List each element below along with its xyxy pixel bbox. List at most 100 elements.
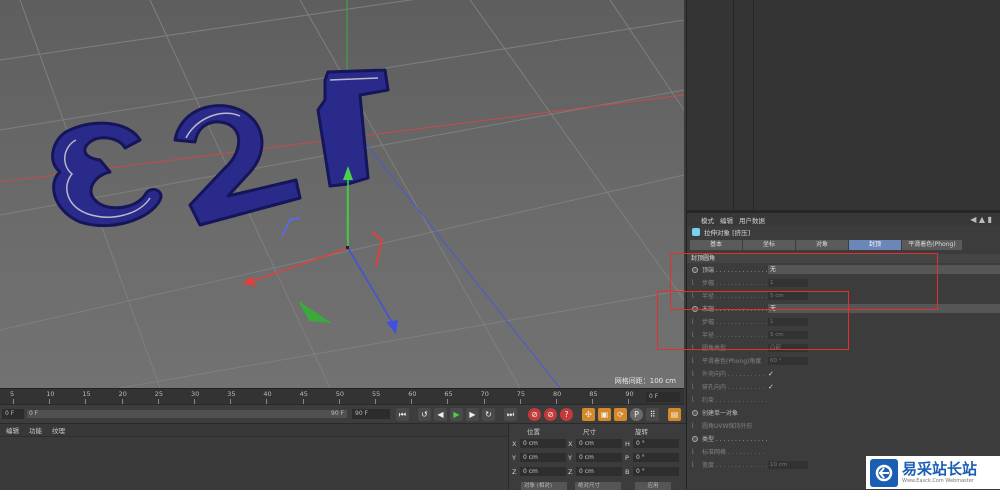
extruded-text-model bbox=[51, 68, 390, 227]
rotation-field[interactable]: 0 ° bbox=[633, 453, 679, 462]
coord-axis-label: B bbox=[625, 468, 630, 476]
attribute-field[interactable]: 60 ° bbox=[768, 356, 808, 365]
tab-4[interactable]: 平滑着色(Phong) bbox=[902, 240, 962, 250]
attribute-label: 约束 . . . . . . . . . . . . . . bbox=[702, 397, 768, 404]
attribute-row: ⌊ 穿孔向内 . . . . . . . . . . ✓ bbox=[687, 380, 1000, 393]
position-field[interactable]: 0 cm bbox=[520, 453, 566, 462]
watermark-title: 易采站长站 bbox=[902, 459, 978, 478]
prev-frame-button[interactable]: ◀ bbox=[434, 408, 447, 421]
menu-mode[interactable]: 模式 bbox=[701, 215, 714, 225]
watermark-subtitle: Www.Easck.Com Webmaster bbox=[902, 477, 974, 484]
indent-icon: ⌊ bbox=[692, 461, 695, 468]
next-frame-button[interactable]: ▶ bbox=[466, 408, 479, 421]
site-watermark: 易采站长站 Www.Easck.Com Webmaster bbox=[866, 456, 1000, 489]
timeline-tick-label: 25 bbox=[154, 390, 164, 398]
material-menu-item[interactable]: 编辑 bbox=[6, 425, 19, 435]
object-title-row: 拉伸对象 [挤压] bbox=[687, 226, 1000, 238]
coord-axis-label: Y bbox=[568, 454, 572, 462]
point-level-button[interactable]: ⠿ bbox=[646, 408, 659, 421]
attribute-row: ⌊ 约束 . . . . . . . . . . . . . . bbox=[687, 393, 1000, 406]
tab-1[interactable]: 坐标 bbox=[743, 240, 795, 250]
play-button[interactable]: ▶ bbox=[450, 408, 463, 421]
timeline-tick-label: 65 bbox=[444, 390, 453, 398]
attribute-row: ⌊ 圆角UVW保持外形 bbox=[687, 419, 1000, 432]
object-title: 拉伸对象 [挤压] bbox=[704, 229, 751, 237]
menu-user-data[interactable]: 用户数据 bbox=[739, 215, 765, 225]
material-content-area[interactable] bbox=[0, 436, 508, 489]
attribute-row: ⌊ 外壳向内 . . . . . . . . . . ✓ bbox=[687, 367, 1000, 380]
indent-icon: ⌊ bbox=[692, 396, 695, 403]
animate-radio-icon[interactable] bbox=[692, 409, 698, 416]
scale-key-button[interactable]: ▣ bbox=[598, 408, 611, 421]
coord-axis-label: X bbox=[512, 440, 517, 448]
z-handle-icon bbox=[386, 320, 398, 334]
position-field[interactable]: 0 cm bbox=[520, 439, 566, 448]
indent-icon: ⌊ bbox=[692, 448, 695, 455]
material-menu-item[interactable]: 功能 bbox=[29, 425, 42, 435]
attribute-checkbox[interactable]: ✓ bbox=[768, 383, 774, 391]
tab-3[interactable]: 封顶 bbox=[849, 240, 901, 250]
rotation-field[interactable]: 0 ° bbox=[633, 439, 679, 448]
coord-header-size: 尺寸 bbox=[583, 428, 596, 436]
indent-icon: ⌊ bbox=[692, 370, 695, 377]
nav-arrows-icon[interactable]: ◀ ▲ ▮ bbox=[970, 215, 992, 224]
frame-range-slider[interactable]: 0 F 90 F bbox=[27, 410, 347, 418]
timeline-tick-label: 75 bbox=[516, 390, 526, 398]
3d-viewport[interactable]: 网格间距：100 cm bbox=[0, 0, 684, 388]
go-to-end-button[interactable]: ⏭ bbox=[504, 408, 517, 421]
attribute-field[interactable]: 10 cm bbox=[768, 460, 808, 469]
coord-axis-label: Z bbox=[568, 468, 573, 476]
material-menu-item[interactable]: 纹理 bbox=[52, 425, 65, 435]
timeline-tick-label: 20 bbox=[118, 390, 127, 398]
tab-0[interactable]: 基本 bbox=[690, 240, 742, 250]
attribute-label: 创建单一对象 bbox=[702, 410, 739, 417]
viewport-scene bbox=[0, 0, 684, 388]
current-frame-field[interactable]: 0 F bbox=[646, 392, 680, 402]
size-field[interactable]: 0 cm bbox=[576, 453, 622, 462]
coordinate-manager: 位置 尺寸 旋转 X0 cm X 0 cm H 0 ° Y 0 cm Y 0 cm P 0 ° Z 0 … bbox=[508, 423, 687, 490]
rotation-field[interactable]: 0 ° bbox=[633, 467, 679, 476]
autokey-button[interactable]: ⊘ bbox=[544, 408, 557, 421]
attribute-label: 类型 . . . . . . . . . . . . . . bbox=[702, 436, 768, 443]
position-field[interactable]: 0 cm bbox=[520, 467, 566, 476]
material-manager: 编辑 功能 纹理 bbox=[0, 423, 508, 489]
attribute-row: 类型 . . . . . . . . . . . . . . bbox=[687, 432, 1000, 445]
size-field[interactable]: 0 cm bbox=[576, 439, 622, 448]
go-to-start-button[interactable]: ⏮ bbox=[396, 408, 409, 421]
attribute-label: 外壳向内 . . . . . . . . . . bbox=[702, 371, 765, 378]
end-frame-field[interactable]: 90 F bbox=[352, 409, 390, 419]
attribute-label: 圆角UVW保持外形 bbox=[702, 423, 753, 430]
tab-2[interactable]: 对象 bbox=[796, 240, 848, 250]
animate-radio-icon[interactable] bbox=[692, 435, 698, 442]
annotation-box-bottom bbox=[657, 291, 849, 350]
rotate-key-button[interactable]: ⟳ bbox=[614, 408, 627, 421]
record-key-button[interactable]: ⊘ bbox=[528, 408, 541, 421]
menu-edit[interactable]: 编辑 bbox=[720, 215, 733, 225]
attribute-checkbox[interactable]: ✓ bbox=[768, 370, 774, 378]
attribute-menu-bar: 模式 编辑 用户数据 ◀ ▲ ▮ bbox=[687, 213, 1000, 226]
timeline-tick-label: 15 bbox=[82, 390, 91, 398]
timeline-tick-label: 40 bbox=[263, 390, 272, 398]
grid-spacing-label: 网格间距：100 cm bbox=[614, 377, 676, 385]
object-manager-panel[interactable] bbox=[686, 0, 1000, 210]
prev-keyframe-button[interactable]: ↺ bbox=[418, 408, 431, 421]
key-selection-button[interactable]: ? bbox=[560, 408, 573, 421]
start-frame-field[interactable]: 0 F bbox=[2, 409, 24, 419]
timeline-tick-label: 90 bbox=[625, 390, 634, 398]
coord-axis-label: X bbox=[568, 440, 573, 448]
attribute-label: 平滑着色(Phong)角度 bbox=[702, 358, 762, 365]
timeline-tick-label: 50 bbox=[335, 390, 345, 398]
extrude-object-icon bbox=[692, 228, 700, 236]
size-field[interactable]: 0 cm bbox=[576, 467, 622, 476]
coord-row: Y0 cm Y 0 cm P 0 ° bbox=[509, 452, 687, 464]
timeline-tick-label: 55 bbox=[372, 390, 381, 398]
move-key-button[interactable]: ✣ bbox=[582, 408, 595, 421]
coord-header-rotation: 旋转 bbox=[635, 428, 648, 436]
timeline-button[interactable]: ▤ bbox=[668, 408, 681, 421]
transport-bar: 0 F 0 F 90 F 90 F ⏮ ↺ ◀ ▶ ▶ ↻ ⏭ ⊘ ⊘ ? ✣ … bbox=[0, 404, 684, 423]
timeline-ruler[interactable]: 5 10 15 20 25 30 35 40 45 50 55 60 65 70 75 80 85 90 0 F bbox=[0, 388, 684, 404]
coord-axis-label: P bbox=[625, 454, 629, 462]
coord-row: Z0 cm Z 0 cm B 0 ° bbox=[509, 466, 687, 478]
param-key-button[interactable]: P bbox=[630, 408, 643, 421]
next-keyframe-button[interactable]: ↻ bbox=[482, 408, 495, 421]
